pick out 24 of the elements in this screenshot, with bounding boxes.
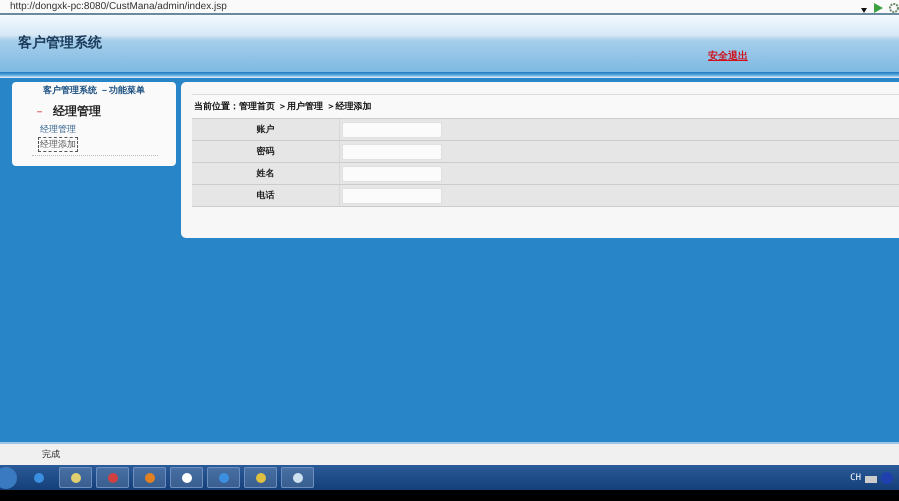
breadcrumb: 当前位置：管理首页 ＞用户管理 ＞经理添加	[192, 94, 899, 119]
menu-title: 客户管理系统 －功能菜单	[42, 84, 146, 97]
status-text: 完成	[42, 448, 60, 461]
go-arrow-icon[interactable]	[873, 3, 883, 13]
language-indicator[interactable]: CH	[850, 472, 861, 482]
field-label: 姓名	[192, 163, 340, 184]
field-label: 电话	[192, 185, 340, 206]
taskbar-app-icon[interactable]	[59, 467, 92, 488]
dropdown-caret-icon[interactable]	[861, 8, 867, 13]
menu-item[interactable]: 经理管理	[38, 122, 78, 137]
collapse-marker[interactable]: －	[34, 104, 45, 119]
site-title: 客户管理系统	[18, 34, 103, 52]
input-field[interactable]	[342, 188, 442, 204]
menu-item[interactable]: 经理添加	[38, 137, 78, 152]
field-label: 密码	[192, 141, 340, 162]
taskbar-app-icon[interactable]	[244, 467, 277, 488]
input-field[interactable]	[342, 166, 442, 182]
field-label: 账户	[192, 119, 340, 140]
input-field[interactable]	[342, 144, 442, 160]
input-field[interactable]	[342, 122, 442, 138]
menu-section[interactable]: 经理管理	[53, 103, 101, 120]
start-button[interactable]	[0, 466, 18, 488]
taskbar-app-icon[interactable]	[281, 467, 314, 488]
taskbar-app-icon[interactable]	[170, 467, 203, 488]
